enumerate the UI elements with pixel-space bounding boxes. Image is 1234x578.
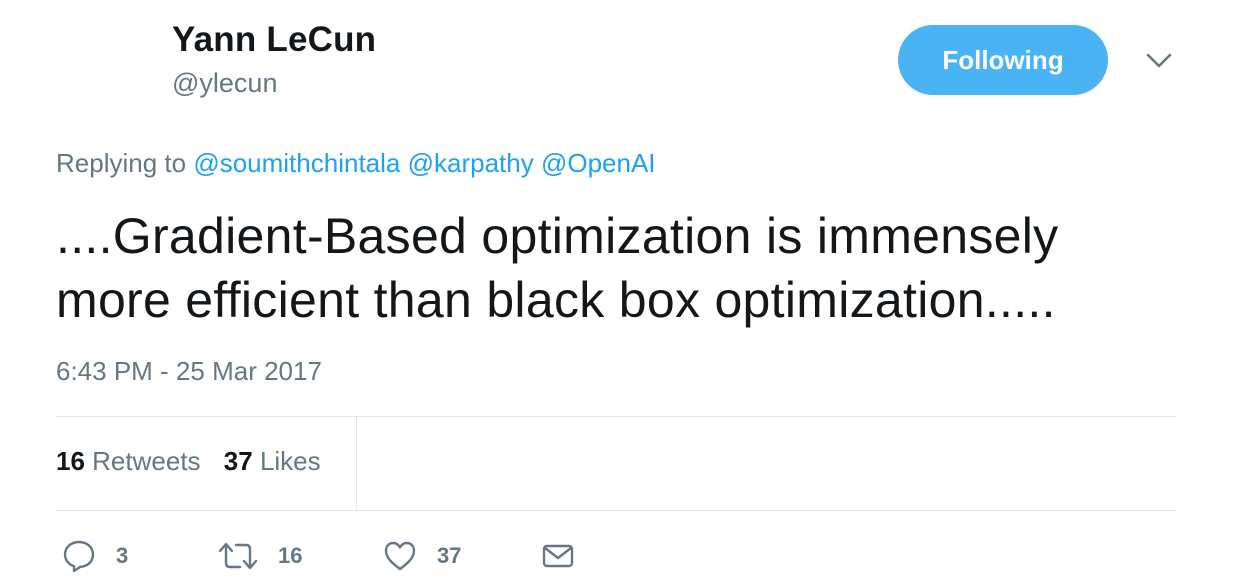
mention-link[interactable]: @OpenAI <box>541 148 656 178</box>
likes-count: 37 <box>223 446 253 476</box>
reply-count: 3 <box>116 543 129 568</box>
tweet-text: ....Gradient-Based optimization is immen… <box>56 208 1059 328</box>
replying-to: Replying to @soumithchintala @karpathy @… <box>56 148 656 179</box>
retweet-icon <box>218 539 258 573</box>
author-name[interactable]: Yann LeCun <box>172 20 376 60</box>
retweet-count: 16 <box>278 543 303 568</box>
divider <box>56 510 1176 511</box>
mention-link[interactable]: @soumithchintala <box>193 148 400 178</box>
tweet-timestamp[interactable]: 6:43 PM - 25 Mar 2017 <box>56 356 322 387</box>
likes-stat[interactable]: 37 Likes <box>224 446 321 476</box>
likes-label: Likes <box>259 446 321 476</box>
reply-button[interactable]: 3 <box>62 536 128 576</box>
chevron-down-icon[interactable] <box>1143 48 1175 72</box>
divider <box>56 416 1176 417</box>
following-button[interactable]: Following <box>898 25 1108 95</box>
divider <box>356 417 357 510</box>
direct-message-button[interactable] <box>542 536 574 576</box>
replying-to-label: Replying to <box>56 148 187 178</box>
like-button[interactable]: 37 <box>383 536 461 576</box>
author-handle[interactable]: @ylecun <box>172 68 277 99</box>
envelope-icon <box>542 541 574 571</box>
retweets-label: Retweets <box>92 446 201 476</box>
retweet-button[interactable]: 16 <box>218 536 302 576</box>
retweets-stat[interactable]: 16 Retweets <box>56 446 201 476</box>
heart-icon <box>383 539 417 573</box>
like-count: 37 <box>437 543 462 568</box>
reply-icon <box>62 539 96 573</box>
retweets-count: 16 <box>56 446 85 476</box>
tweet-stats: 16 Retweets 37 Likes <box>56 446 337 477</box>
mention-link[interactable]: @karpathy <box>408 148 534 178</box>
